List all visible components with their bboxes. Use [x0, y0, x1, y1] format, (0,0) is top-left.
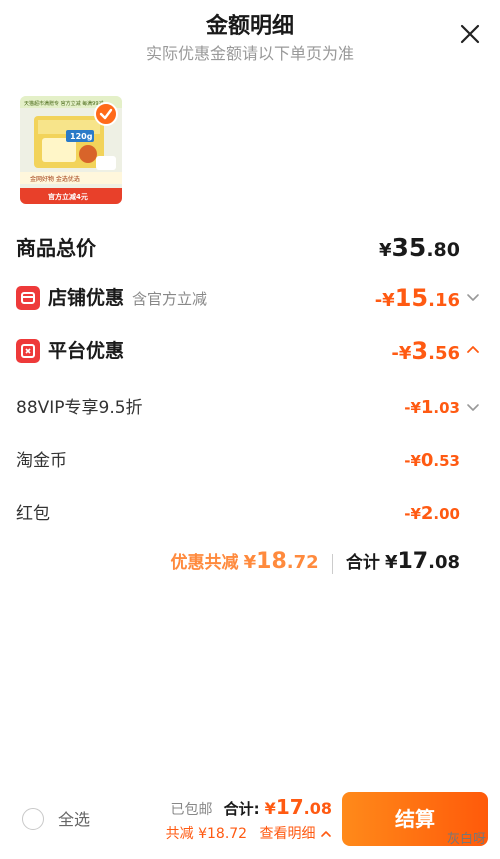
bottom-total: 已包邮 合计: ¥17.08 [170, 794, 332, 823]
taojinbi-label: 淘金币 [16, 451, 67, 471]
total-price-row: 商品总价 ¥35.80 [16, 230, 484, 266]
total-saved-label: 优惠共减 [170, 553, 239, 573]
red-packet-label: 红包 [16, 504, 50, 524]
divider [331, 553, 333, 574]
vip-discount-label: 88VIP专享9.5折 [16, 398, 143, 418]
header: 金额明细 实际优惠金额请以下单页为准 [0, 0, 500, 72]
bottom-total-amount: ¥17.08 [264, 795, 332, 819]
watermark: 灰白呀 [446, 832, 486, 847]
subtotal-amount: ¥17.08 [384, 549, 460, 574]
banner-top-text: 天猫超市满赠专 官方立减 每满99减 [24, 100, 104, 107]
chevron-down-icon[interactable] [466, 290, 480, 304]
total-price-amount: ¥35.80 [379, 233, 460, 262]
platform-discount-amount: -¥3.56 [391, 337, 460, 365]
vip-discount-row[interactable]: 88VIP专享9.5折 -¥1.03 [16, 390, 484, 426]
product-thumbnail[interactable]: 天猫超市满赠专 官方立减 每满99减 120g 金网好物 金选优选 官方立减4元 [20, 96, 122, 204]
shop-discount-note: 含官方立减 [132, 290, 208, 308]
subtotal-label: 合计 [345, 553, 380, 573]
close-icon[interactable] [458, 22, 482, 46]
pack-label: 120g [70, 132, 93, 141]
chevron-up-icon[interactable] [466, 343, 480, 357]
taojinbi-amount: -¥0.53 [404, 450, 460, 471]
shop-icon [16, 286, 40, 310]
banner-bottom-text: 官方立减4元 [48, 192, 88, 201]
chevron-down-icon[interactable] [466, 400, 480, 414]
shop-discount-row[interactable]: 店铺优惠 含官方立减 -¥15.16 [16, 280, 484, 316]
check-icon[interactable] [94, 102, 118, 126]
total-price-label: 商品总价 [16, 236, 96, 260]
select-all-label[interactable]: 全选 [58, 806, 90, 830]
banner-mid-text: 金网好物 金选优选 [30, 175, 80, 183]
bottom-bar: 全选 已包邮 合计: ¥17.08 共减 ¥18.72 查看明细 结算 灰白呀 [0, 780, 500, 859]
total-saved-amount: ¥18.72 [243, 549, 319, 574]
taojinbi-row: 淘金币 -¥0.53 [16, 443, 484, 479]
platform-discount-label: 平台优惠 [48, 340, 125, 362]
platform-discount-row[interactable]: 平台优惠 -¥3.56 [16, 333, 484, 369]
bottom-saved-text: 共减 ¥18.72 [165, 826, 248, 842]
shop-discount-amount: -¥15.16 [374, 284, 460, 312]
coupon-icon [16, 339, 40, 363]
page-subtitle: 实际优惠金额请以下单页为准 [145, 44, 354, 63]
select-all-radio[interactable] [22, 808, 44, 830]
shop-discount-label: 店铺优惠 含官方立减 [48, 287, 208, 309]
summary-line: 优惠共减 ¥18.72 合计 ¥17.08 [171, 544, 460, 580]
vip-discount-amount: -¥1.03 [404, 397, 460, 418]
bottom-savings: 共减 ¥18.72 查看明细 [166, 824, 332, 844]
view-details-link[interactable]: 查看明细 [260, 826, 332, 842]
bottom-total-label: 合计: [223, 800, 260, 818]
page-title: 金额明细 [205, 14, 294, 39]
chevron-up-icon [321, 831, 331, 837]
red-packet-amount: -¥2.00 [404, 503, 460, 524]
shipping-label: 已包邮 [170, 802, 213, 818]
red-packet-row: 红包 -¥2.00 [16, 496, 484, 532]
